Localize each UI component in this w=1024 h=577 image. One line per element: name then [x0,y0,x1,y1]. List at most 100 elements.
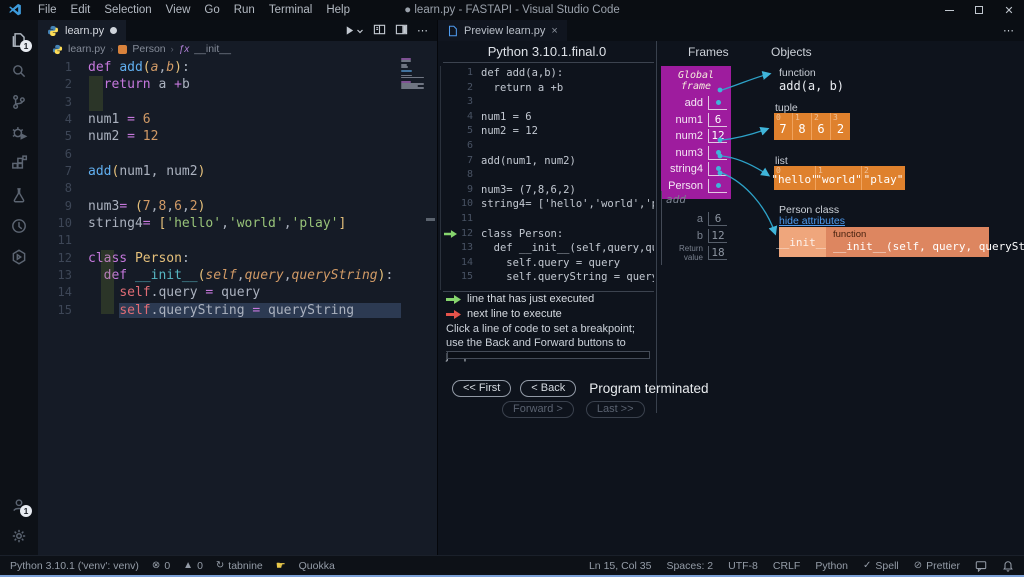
menu-edit[interactable]: Edit [64,0,98,20]
menu-selection[interactable]: Selection [97,0,158,20]
code-line[interactable]: 10string4= ['hello','world','play'] [38,215,437,232]
trace-line[interactable]: 3 [441,95,654,110]
menu-view[interactable]: View [159,0,198,20]
menu-help[interactable]: Help [319,0,357,20]
code-line[interactable]: 11 [38,232,437,249]
first-button[interactable]: << First [452,380,511,397]
minimize-button[interactable] [934,0,964,20]
trace-line-text: string4= ['hello','world','pl [481,197,654,212]
code-line[interactable]: 7add(num1, num2) [38,163,437,180]
minimap[interactable] [401,58,425,89]
status-spell[interactable]: ✓Spell [863,560,899,572]
status-spaces-2[interactable]: Spaces: 2 [666,560,713,572]
search-icon[interactable] [0,55,38,86]
testing-icon[interactable] [0,179,38,210]
menu-run[interactable]: Run [227,0,262,20]
code-editor[interactable]: 1def add(a,b):2 return a +b34num1 = 65nu… [38,57,437,555]
menu-go[interactable]: Go [197,0,226,20]
tab-learn-py[interactable]: learn.py [38,20,126,41]
status-quokka[interactable]: Quokka [299,560,335,572]
feedback-icon[interactable] [975,560,987,572]
python-icon [47,25,59,37]
tab-preview-learn-py[interactable]: Preview learn.py × [438,20,567,41]
forward-button[interactable]: Forward > [502,401,574,418]
close-button[interactable]: ✕ [994,0,1024,20]
arrow-gutter [441,110,459,125]
line-number: 7 [38,163,72,180]
back-button[interactable]: < Back [520,380,576,397]
breadcrumb-method[interactable]: __init__ [194,43,231,55]
trace-line[interactable]: 14 self.query = query [441,256,654,271]
account-icon[interactable]: 1 [0,489,38,520]
code-line[interactable]: 12class Person: [38,250,437,267]
code-line[interactable]: 13 def __init__(self,query,queryString): [38,267,437,284]
trace-line[interactable]: 11 [441,212,654,227]
explorer-icon[interactable]: 1 [0,24,38,55]
breadcrumb-file[interactable]: learn.py [68,43,105,55]
close-tab-icon[interactable]: × [551,25,557,37]
open-changes-button[interactable] [373,23,386,39]
source-control-icon[interactable] [0,86,38,117]
sequence-cell: 2"play" [862,166,905,190]
quokka-icon[interactable] [0,210,38,241]
check-icon: ✓ [863,560,871,571]
status-0[interactable]: ▲0 [183,560,203,572]
remote-hub-icon[interactable] [0,241,38,272]
trace-line[interactable]: 6 [441,139,654,154]
menu-file[interactable]: File [31,0,64,20]
code-line[interactable]: 15 self.queryString = queryString [38,302,437,319]
variable-name: Return value [667,244,703,262]
status-bar: Python 3.10.1 ('venv': venv) ⊗0 ▲0 ↻tabnine… [0,555,1024,575]
variable-name: b [697,230,703,242]
trace-line[interactable]: 2 return a +b [441,81,654,96]
trace-line[interactable]: 4num1 = 6 [441,110,654,125]
trace-line[interactable]: 15 self.queryString = queryS [441,270,654,285]
status-tabnine[interactable]: ↻tabnine [216,560,263,572]
run-python-button[interactable] [344,25,364,36]
code-line[interactable]: 14 self.query = query [38,284,437,301]
restore-button[interactable] [964,0,994,20]
trace-line[interactable]: 9num3= (7,8,6,2) [441,183,654,198]
trace-line[interactable]: 8 [441,168,654,183]
settings-gear-icon[interactable] [0,520,38,551]
code-line[interactable]: 1def add(a,b): [38,59,437,76]
trace-line[interactable]: 13 def __init__(self,query,que [441,241,654,256]
minimap-line [401,60,411,62]
sequence-cell: 26 [812,113,831,140]
breadcrumb-class[interactable]: Person [132,43,165,55]
trace-line[interactable]: 10string4= ['hello','world','pl [441,197,654,212]
status-hand[interactable]: ☛ [276,559,286,572]
status-0[interactable]: ⊗0 [152,560,170,572]
trace-line[interactable]: 12class Person: [441,227,654,242]
menu-terminal[interactable]: Terminal [262,0,319,20]
explorer-badge: 1 [20,40,32,52]
status-python[interactable]: Python [815,560,848,572]
code-line[interactable]: 8 [38,180,437,197]
extensions-icon[interactable] [0,148,38,179]
trace-line[interactable]: 1def add(a,b): [441,66,654,81]
attr-name: __init__ [779,227,826,257]
hide-attributes-link[interactable]: hide attributes [779,215,845,227]
code-line[interactable]: 4num1 = 6 [38,111,437,128]
trace-line-text: self.queryString = queryS [481,270,654,285]
frames-header: Frames [688,45,729,59]
code-line[interactable]: 5num2 = 12 [38,128,437,145]
notifications-bell-icon[interactable] [1002,560,1014,572]
status-crlf[interactable]: CRLF [773,560,800,572]
run-debug-icon[interactable] [0,117,38,148]
trace-line-number: 2 [459,81,473,96]
last-button[interactable]: Last >> [586,401,645,418]
trace-line[interactable]: 7add(num1, num2) [441,154,654,169]
status-python-3-10-1-venv-venv-[interactable]: Python 3.10.1 ('venv': venv) [10,560,139,572]
code-line[interactable]: 6 [38,146,437,163]
code-line[interactable]: 9num3= (7,8,6,2) [38,198,437,215]
execution-slider[interactable] [447,351,650,359]
breadcrumb[interactable]: learn.py › Person › ƒx __init__ [38,41,437,57]
more-actions-button[interactable]: ⋯ [417,24,428,37]
status-utf-8[interactable]: UTF-8 [728,560,758,572]
split-editor-button[interactable] [395,23,408,39]
status-ln-15-col-35[interactable]: Ln 15, Col 35 [589,560,651,572]
status-prettier[interactable]: ⊘Prettier [914,560,960,572]
more-actions-button[interactable]: ⋯ [1003,20,1024,41]
trace-line[interactable]: 5num2 = 12 [441,124,654,139]
